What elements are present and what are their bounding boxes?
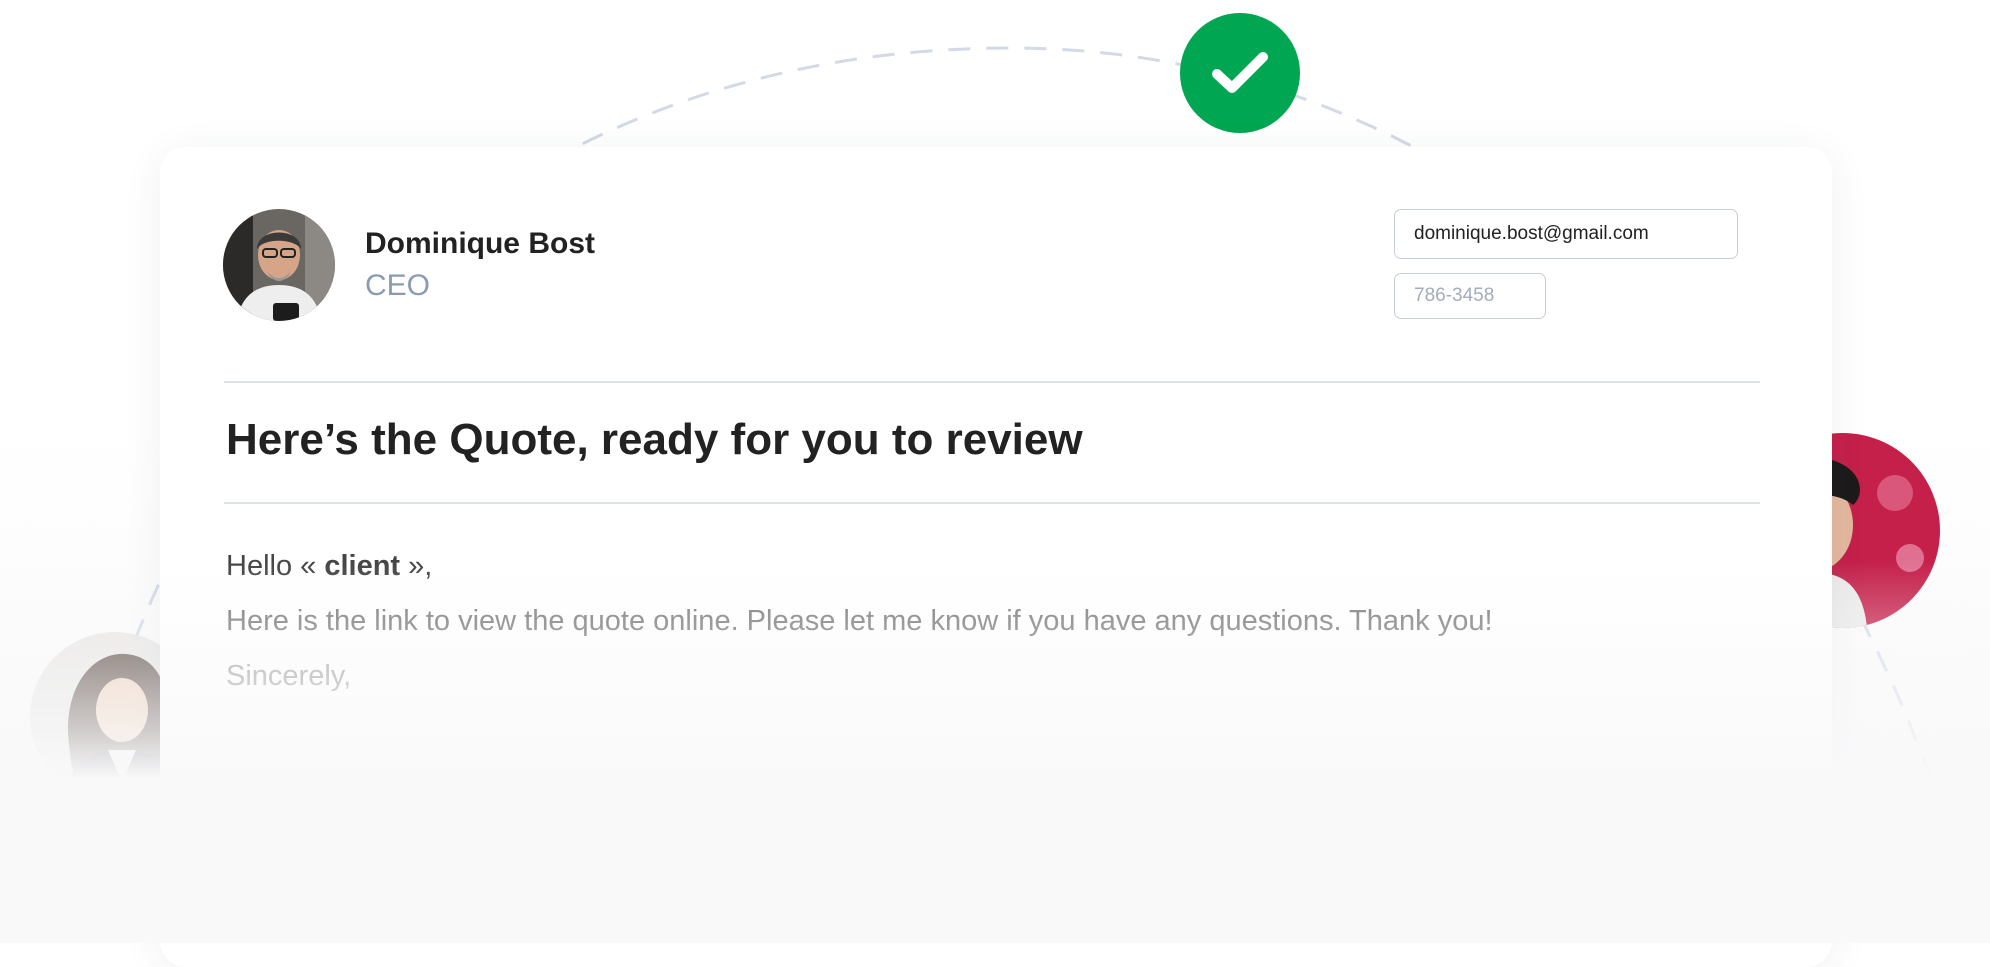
sender-name: Dominique Bost: [365, 227, 595, 260]
success-badge: [1180, 13, 1300, 133]
quote-email-card: Dominique Bost CEO dominique.bost@gmail.…: [160, 147, 1832, 967]
checkmark-icon: [1212, 52, 1268, 93]
sender-avatar: [223, 209, 335, 321]
divider: [224, 381, 1760, 383]
greeting-suffix: »,: [400, 550, 433, 582]
email-sign-off: Sincerely,: [226, 660, 352, 692]
email-greeting: Hello « client »,: [226, 550, 432, 583]
phone-field[interactable]: 786-3458: [1394, 273, 1546, 319]
view-quote-button[interactable]: [224, 783, 508, 873]
sender-role: CEO: [365, 269, 431, 302]
man-portrait-icon: [223, 209, 335, 321]
email-body: Here is the link to view the quote onlin…: [226, 605, 1493, 637]
client-placeholder: client: [324, 550, 401, 582]
email-field[interactable]: dominique.bost@gmail.com: [1394, 209, 1738, 259]
divider: [224, 502, 1760, 504]
email-subject-heading: Here’s the Quote, ready for you to revie…: [226, 415, 1083, 464]
greeting-prefix: Hello «: [226, 550, 325, 582]
